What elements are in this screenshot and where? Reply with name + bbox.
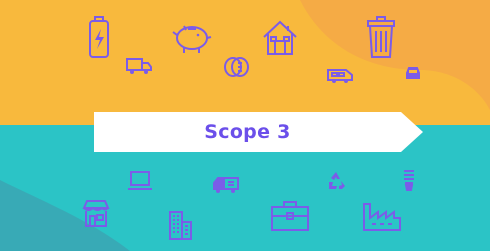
light-bulb-icon bbox=[404, 170, 414, 191]
delivery-truck-icon bbox=[126, 58, 152, 74]
van-icon bbox=[327, 69, 353, 83]
shipping-truck-icon bbox=[213, 177, 239, 193]
piggy-bank-icon bbox=[172, 25, 212, 53]
laptop-icon bbox=[128, 171, 152, 190]
factory-icon bbox=[363, 203, 401, 231]
battery-bolt-icon bbox=[89, 16, 109, 58]
briefcase-icon bbox=[271, 201, 309, 231]
recycle-icon bbox=[329, 172, 345, 189]
storefront-icon bbox=[82, 200, 110, 227]
coins-icon bbox=[224, 57, 249, 77]
banner-title: Scope 3 bbox=[204, 121, 291, 143]
scope-3-illustration: Scope 3 bbox=[0, 0, 490, 251]
trash-can-icon bbox=[367, 16, 395, 58]
office-building-icon bbox=[169, 211, 192, 240]
car-icon bbox=[406, 67, 420, 79]
house-icon bbox=[263, 20, 297, 55]
